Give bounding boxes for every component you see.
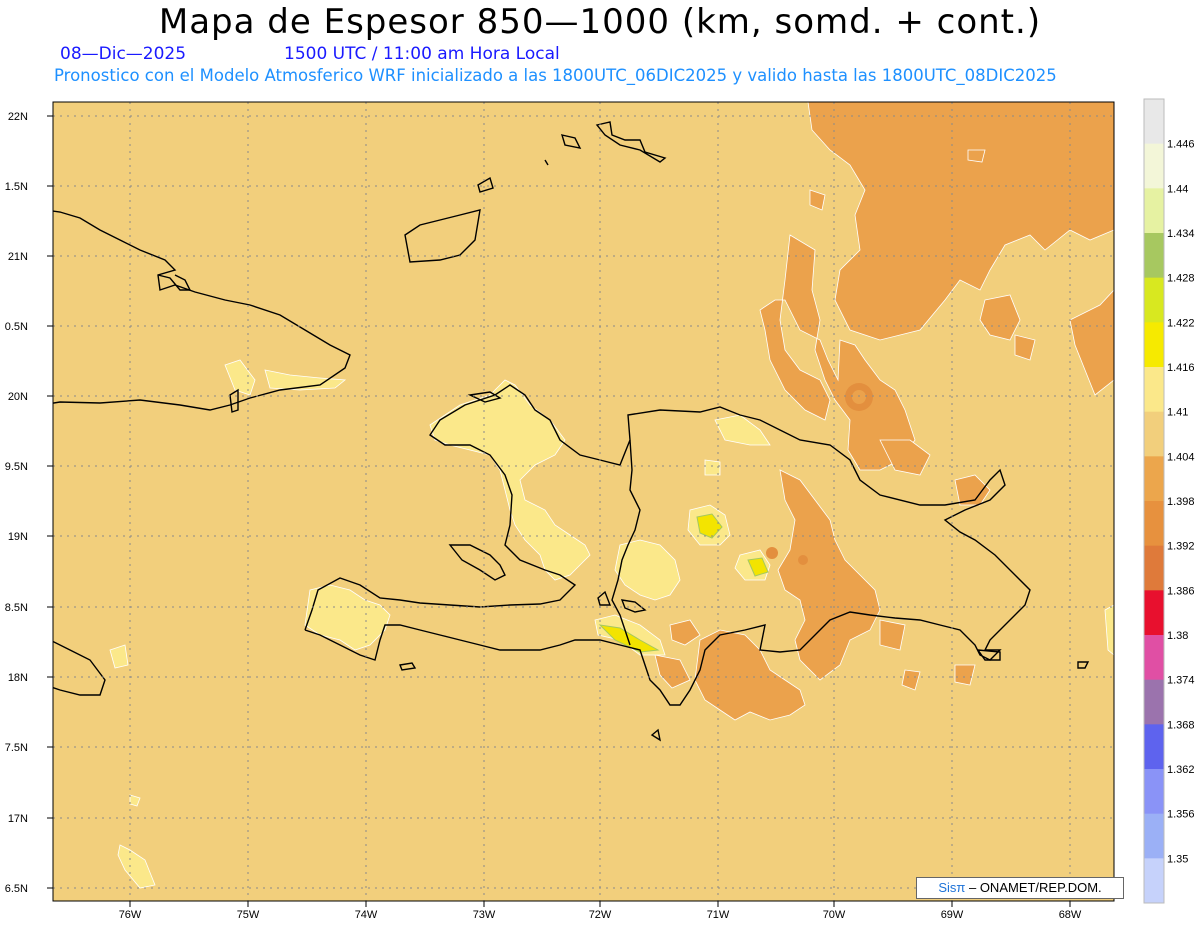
lat-label: 0.5N bbox=[5, 321, 28, 333]
colorbar-label: 1.404 bbox=[1167, 451, 1195, 463]
colorbar-swatch bbox=[1144, 99, 1164, 145]
lat-label: 17N bbox=[8, 813, 28, 825]
colorbar-label: 1.422 bbox=[1167, 317, 1195, 329]
colorbar-label: 1.446 bbox=[1167, 139, 1195, 151]
lon-label: 69W bbox=[941, 909, 964, 921]
lat-label: 20N bbox=[8, 391, 28, 403]
colorbar-label: 1.38 bbox=[1167, 630, 1188, 642]
colorbar-swatch bbox=[1144, 813, 1164, 859]
credit-box: Sisπ – ONAMET/REP.DOM. bbox=[916, 877, 1124, 899]
lon-label: 72W bbox=[589, 909, 612, 921]
lat-label: 7.5N bbox=[5, 742, 28, 754]
thickness-map: 22N 1.5N 21N 0.5N 20N 9.5N 19N 8.5N 18N … bbox=[5, 98, 1195, 921]
colorbar-label: 1.41 bbox=[1167, 407, 1188, 419]
lon-label: 68W bbox=[1059, 909, 1082, 921]
lat-label: 21N bbox=[8, 251, 28, 263]
credit-text: – ONAMET/REP.DOM. bbox=[965, 880, 1102, 895]
colorbar-label: 1.368 bbox=[1167, 719, 1195, 731]
colorbar-swatch bbox=[1144, 545, 1164, 591]
lat-label: 6.5N bbox=[5, 883, 28, 895]
colorbar-swatch bbox=[1144, 590, 1164, 636]
lat-label: 19N bbox=[8, 531, 28, 543]
colorbar-label: 1.392 bbox=[1167, 541, 1195, 553]
colorbar-label: 1.386 bbox=[1167, 585, 1195, 597]
coastline-nw-cuba-small bbox=[35, 205, 50, 212]
colorbar-label: 1.434 bbox=[1167, 228, 1195, 240]
colorbar-swatch bbox=[1144, 724, 1164, 770]
colorbar-swatch bbox=[1144, 411, 1164, 457]
lon-label: 73W bbox=[473, 909, 496, 921]
lat-label: 1.5N bbox=[5, 181, 28, 193]
thickness-contour-ring bbox=[852, 390, 866, 404]
colorbar-label: 1.428 bbox=[1167, 273, 1195, 285]
lon-label: 75W bbox=[237, 909, 260, 921]
lat-label: 9.5N bbox=[5, 461, 28, 473]
colorbar-swatch bbox=[1144, 635, 1164, 681]
lat-label: 22N bbox=[8, 111, 28, 123]
lat-label: 8.5N bbox=[5, 602, 28, 614]
lon-label: 71W bbox=[707, 909, 730, 921]
colorbar-swatch bbox=[1144, 456, 1164, 502]
colorbar-swatch bbox=[1144, 769, 1164, 815]
colorbar-label: 1.44 bbox=[1167, 183, 1188, 195]
colorbar-swatch bbox=[1144, 277, 1164, 323]
colorbar-swatch bbox=[1144, 679, 1164, 725]
sispi-logo: Sisπ bbox=[938, 880, 966, 895]
colorbar-swatch bbox=[1144, 501, 1164, 547]
colorbar-label: 1.398 bbox=[1167, 496, 1195, 508]
colorbar-swatch bbox=[1144, 367, 1164, 413]
lon-label: 74W bbox=[355, 909, 378, 921]
colorbar: 1.446 1.44 1.434 1.428 1.422 1.416 1.41 1.404 1.… bbox=[1143, 98, 1195, 904]
colorbar-label: 1.356 bbox=[1167, 809, 1195, 821]
colorbar-label: 1.374 bbox=[1167, 675, 1195, 687]
colorbar-swatch bbox=[1144, 322, 1164, 368]
colorbar-label: 1.416 bbox=[1167, 362, 1195, 374]
colorbar-swatch bbox=[1144, 143, 1164, 189]
colorbar-label: 1.35 bbox=[1167, 853, 1188, 865]
colorbar-swatch bbox=[1144, 233, 1164, 279]
lat-label: 18N bbox=[8, 672, 28, 684]
lon-label: 76W bbox=[119, 909, 142, 921]
colorbar-label: 1.362 bbox=[1167, 764, 1195, 776]
colorbar-swatch bbox=[1144, 188, 1164, 234]
colorbar-swatch bbox=[1144, 858, 1164, 904]
lon-label: 70W bbox=[823, 909, 846, 921]
